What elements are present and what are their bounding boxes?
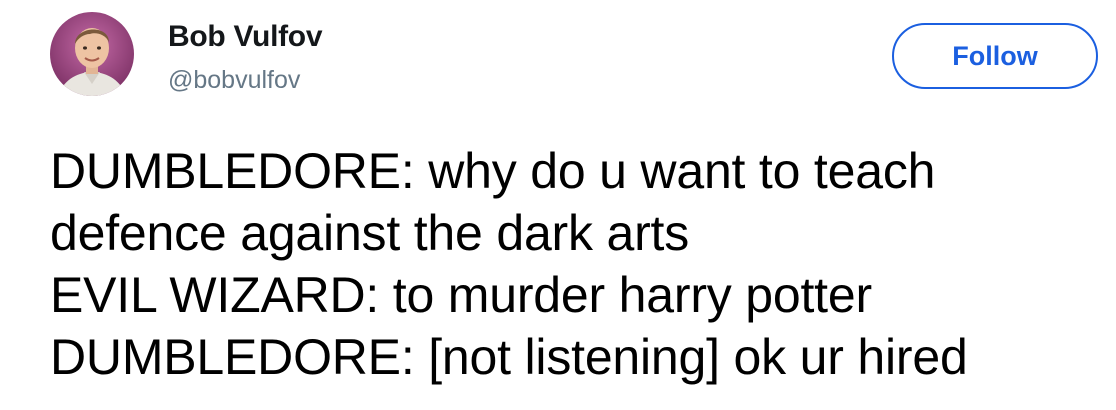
follow-button[interactable]: Follow bbox=[892, 23, 1098, 89]
tweet-text: DUMBLEDORE: why do u want to teach defen… bbox=[50, 140, 1110, 388]
tweet-line: EVIL WIZARD: to murder harry potter bbox=[50, 267, 872, 323]
user-portrait-icon bbox=[50, 12, 134, 96]
tweet-line: DUMBLEDORE: why do u want to teach bbox=[50, 143, 936, 199]
avatar[interactable] bbox=[50, 12, 134, 96]
tweet-card: Bob Vulfov @bobvulfov Follow DUMBLEDORE:… bbox=[0, 0, 1116, 410]
author-display-name[interactable]: Bob Vulfov bbox=[168, 20, 323, 54]
tweet-line: DUMBLEDORE: [not listening] ok ur hired bbox=[50, 329, 968, 385]
author-handle[interactable]: @bobvulfov bbox=[168, 66, 300, 95]
tweet-line: defence against the dark arts bbox=[50, 205, 690, 261]
